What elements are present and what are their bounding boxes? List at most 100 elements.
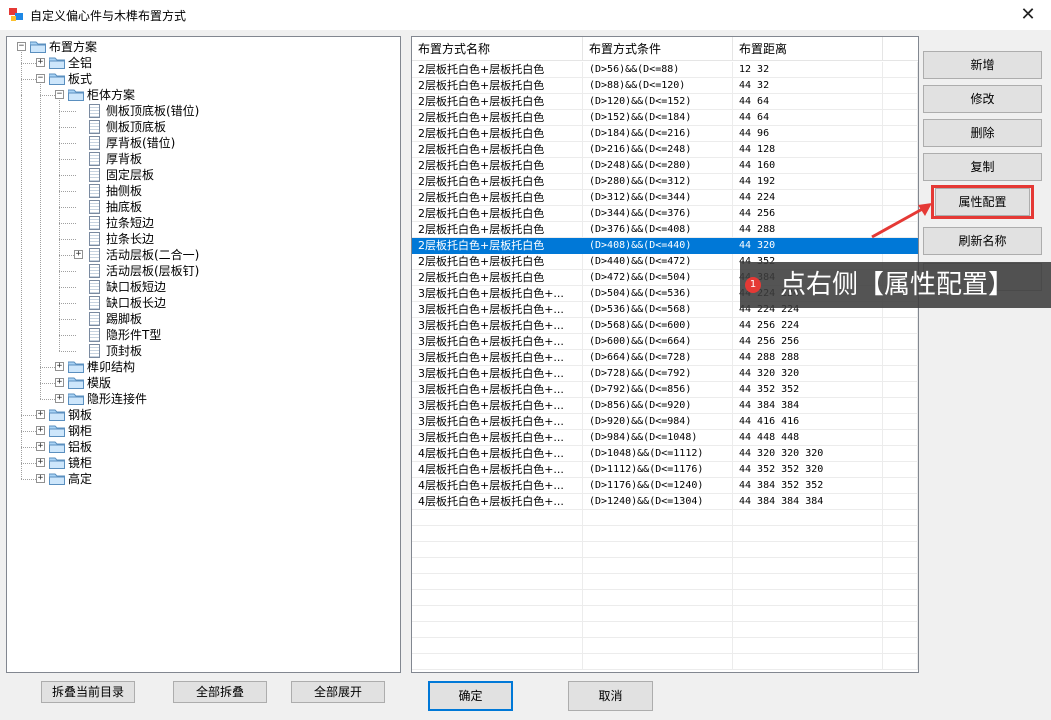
refresh-names-button[interactable]: 刷新名称 [923, 227, 1042, 255]
table-row[interactable]: 2层板托白色+层板托白色 (D>88)&&(D<=120) 44 32 [412, 78, 918, 94]
collapse-minus-icon[interactable]: − [17, 42, 26, 51]
table-row[interactable]: 4层板托白色+层板托白色+... (D>1176)&&(D<=1240) 44 38… [412, 478, 918, 494]
expand-plus-icon[interactable]: + [55, 378, 64, 387]
cell-empty [412, 654, 583, 670]
tree-node-label[interactable]: 厚背板 [106, 151, 142, 167]
expand-all-button[interactable]: 全部展开 [291, 681, 385, 703]
cell-distance: 44 288 288 [733, 350, 883, 366]
collapse-current-button[interactable]: 拆叠当前目录 [41, 681, 135, 703]
table-row[interactable]: 3层板托白色+层板托白色+... (D>920)&&(D<=984) 44 416 … [412, 414, 918, 430]
table-row[interactable]: 2层板托白色+层板托白色 (D>408)&&(D<=440) 44 320 [412, 238, 918, 254]
tree-node-label[interactable]: 活动层板(二合一) [106, 247, 199, 263]
tree-node-label[interactable]: 拉条短边 [106, 215, 154, 231]
cell-condition: (D>792)&&(D<=856) [583, 382, 733, 398]
ok-button[interactable]: 确定 [428, 681, 513, 711]
close-icon[interactable]: ✕ [1013, 3, 1043, 27]
table-row[interactable]: 4层板托白色+层板托白色+... (D>1048)&&(D<=1112) 44 32… [412, 446, 918, 462]
delete-button[interactable]: 删除 [923, 119, 1042, 147]
layout-scheme-tree[interactable]: − 布置方案 + 全铝 − 板式 − 柜体方案 侧板顶底板(错位) 侧板顶底板 厚背板(错位) 厚背板… [6, 36, 401, 673]
tree-node-label[interactable]: 布置方案 [49, 39, 97, 55]
cell-condition: (D>120)&&(D<=152) [583, 94, 733, 110]
cell-empty [883, 318, 918, 334]
table-row[interactable]: 2层板托白色+层板托白色 (D>216)&&(D<=248) 44 128 [412, 142, 918, 158]
expand-plus-icon[interactable]: + [36, 58, 45, 67]
table-row[interactable]: 3层板托白色+层板托白色+... (D>856)&&(D<=920) 44 384 … [412, 398, 918, 414]
tree-node-label[interactable]: 侧板顶底板(错位) [106, 103, 199, 119]
table-row[interactable]: 2层板托白色+层板托白色 (D>184)&&(D<=216) 44 96 [412, 126, 918, 142]
tree-node-label[interactable]: 榫卯结构 [87, 359, 135, 375]
expand-plus-icon[interactable]: + [55, 362, 64, 371]
expand-plus-icon[interactable]: + [36, 474, 45, 483]
table-row[interactable]: 2层板托白色+层板托白色 (D>120)&&(D<=152) 44 64 [412, 94, 918, 110]
table-row[interactable]: 4层板托白色+层板托白色+... (D>1112)&&(D<=1176) 44 35… [412, 462, 918, 478]
tree-node-label[interactable]: 缺口板短边 [106, 279, 166, 295]
tree-node-label[interactable]: 活动层板(层板钉) [106, 263, 199, 279]
cell-distance: 44 384 384 [733, 398, 883, 414]
tree-node-label[interactable]: 抽侧板 [106, 183, 142, 199]
copy-button[interactable]: 复制 [923, 153, 1042, 181]
cell-empty [583, 590, 733, 606]
tree-node-label[interactable]: 缺口板长边 [106, 295, 166, 311]
table-row[interactable]: 2层板托白色+层板托白色 (D>56)&&(D<=88) 12 32 [412, 62, 918, 78]
table-row[interactable]: 3层板托白色+层板托白色+... (D>728)&&(D<=792) 44 320 … [412, 366, 918, 382]
table-row[interactable]: 2层板托白色+层板托白色 (D>152)&&(D<=184) 44 64 [412, 110, 918, 126]
table-row[interactable]: 3层板托白色+层板托白色+... (D>664)&&(D<=728) 44 288 … [412, 350, 918, 366]
table-row[interactable]: 3层板托白色+层板托白色+... (D>600)&&(D<=664) 44 256 … [412, 334, 918, 350]
modify-button[interactable]: 修改 [923, 85, 1042, 113]
tree-node-label[interactable]: 高定 [68, 471, 92, 487]
empty-grid-row [412, 558, 918, 574]
tree-node-label[interactable]: 钢板 [68, 407, 92, 423]
tree-node-label[interactable]: 抽底板 [106, 199, 142, 215]
column-header-name[interactable]: 布置方式名称 [412, 37, 583, 61]
collapse-minus-icon[interactable]: − [55, 90, 64, 99]
tree-node-label[interactable]: 铝板 [68, 439, 92, 455]
tree-node-label[interactable]: 踢脚板 [106, 311, 142, 327]
cell-condition: (D>280)&&(D<=312) [583, 174, 733, 190]
table-row[interactable]: 2层板托白色+层板托白色 (D>280)&&(D<=312) 44 192 [412, 174, 918, 190]
table-row[interactable]: 3层板托白色+层板托白色+... (D>792)&&(D<=856) 44 352 … [412, 382, 918, 398]
column-header-condition[interactable]: 布置方式条件 [583, 37, 733, 61]
tree-node-label[interactable]: 固定层板 [106, 167, 154, 183]
table-row[interactable]: 3层板托白色+层板托白色+... (D>984)&&(D<=1048) 44 448… [412, 430, 918, 446]
tree-node-label[interactable]: 顶封板 [106, 343, 142, 359]
tree-node-label[interactable]: 镜柜 [68, 455, 92, 471]
table-row[interactable]: 2层板托白色+层板托白色 (D>344)&&(D<=376) 44 256 [412, 206, 918, 222]
collapse-minus-icon[interactable]: − [36, 74, 45, 83]
tree-node-label[interactable]: 柜体方案 [87, 87, 135, 103]
tree-node-label[interactable]: 厚背板(错位) [106, 135, 175, 151]
expand-plus-icon[interactable]: + [36, 442, 45, 451]
layout-method-grid[interactable]: 布置方式名称 布置方式条件 布置距离 2层板托白色+层板托白色 (D>56)&&(… [411, 36, 919, 673]
empty-grid-row [412, 542, 918, 558]
add-button[interactable]: 新增 [923, 51, 1042, 79]
expand-plus-icon[interactable]: + [36, 458, 45, 467]
cell-condition: (D>184)&&(D<=216) [583, 126, 733, 142]
expand-plus-icon[interactable]: + [55, 394, 64, 403]
cell-empty [883, 558, 918, 574]
cell-empty [733, 510, 883, 526]
table-row[interactable]: 3层板托白色+层板托白色+... (D>568)&&(D<=600) 44 256 … [412, 318, 918, 334]
table-row[interactable]: 4层板托白色+层板托白色+... (D>1240)&&(D<=1304) 44 38… [412, 494, 918, 510]
cell-name: 2层板托白色+层板托白色 [412, 206, 583, 222]
expand-plus-icon[interactable]: + [36, 410, 45, 419]
table-row[interactable]: 2层板托白色+层板托白色 (D>376)&&(D<=408) 44 288 [412, 222, 918, 238]
tree-node-label[interactable]: 模版 [87, 375, 111, 391]
expand-plus-icon[interactable]: + [74, 250, 83, 259]
cell-condition: (D>504)&&(D<=536) [583, 286, 733, 302]
table-row[interactable]: 2层板托白色+层板托白色 (D>312)&&(D<=344) 44 224 [412, 190, 918, 206]
tree-node-label[interactable]: 板式 [68, 71, 92, 87]
column-header-distance[interactable]: 布置距离 [733, 37, 883, 61]
expand-plus-icon[interactable]: + [36, 426, 45, 435]
cell-name: 3层板托白色+层板托白色+... [412, 302, 583, 318]
cell-condition: (D>408)&&(D<=440) [583, 238, 733, 254]
tree-node-label[interactable]: 拉条长边 [106, 231, 154, 247]
cancel-button[interactable]: 取消 [568, 681, 653, 711]
document-icon [89, 168, 100, 182]
tree-node-label[interactable]: 全铝 [68, 55, 92, 71]
table-row[interactable]: 2层板托白色+层板托白色 (D>248)&&(D<=280) 44 160 [412, 158, 918, 174]
tree-node-label[interactable]: 隐形件T型 [106, 327, 161, 343]
tree-node-label[interactable]: 钢柜 [68, 423, 92, 439]
tree-node-label[interactable]: 侧板顶底板 [106, 119, 166, 135]
tree-node-label[interactable]: 隐形连接件 [87, 391, 147, 407]
empty-grid-row [412, 510, 918, 526]
collapse-all-button[interactable]: 全部拆叠 [173, 681, 267, 703]
